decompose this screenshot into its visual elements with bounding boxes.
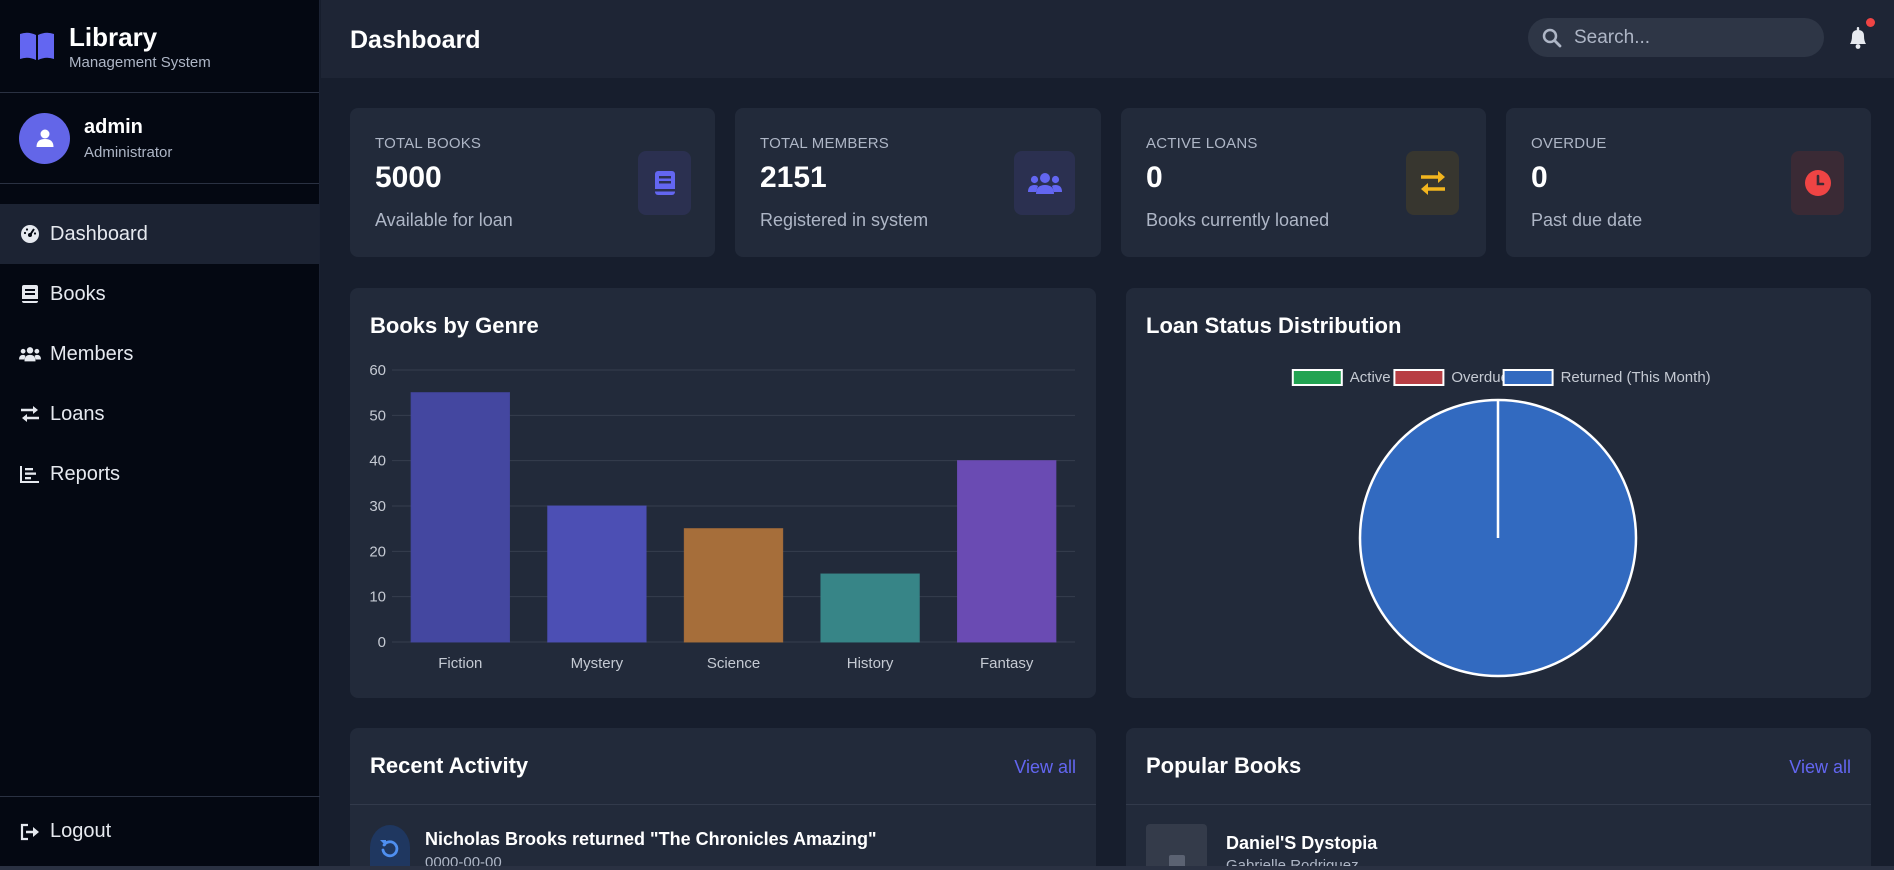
y-tick-label: 40 <box>369 453 386 470</box>
bar-fantasy[interactable] <box>957 460 1057 643</box>
logout-label: Logout <box>50 820 112 842</box>
nav-item-reports[interactable]: Reports <box>0 444 319 504</box>
stat-sub: Registered in system <box>760 210 929 230</box>
avatar <box>19 112 70 164</box>
nav-item-dashboard[interactable]: Dashboard <box>0 204 319 264</box>
legend-label[interactable]: Active <box>1350 369 1391 386</box>
legend-swatch <box>1393 369 1445 386</box>
y-tick-label: 10 <box>369 589 386 606</box>
window-bottom-edge <box>0 866 1894 870</box>
notification-dot <box>1866 18 1875 27</box>
book-icon <box>638 151 691 215</box>
brand-subtitle: Management System <box>69 53 211 71</box>
logout-button[interactable]: Logout <box>0 796 320 866</box>
divider <box>350 804 1096 805</box>
stat-value: 5000 <box>375 161 442 194</box>
popular-book-item[interactable]: Daniel'S Dystopia Gabrielle Rodriguez <box>1146 824 1377 870</box>
stat-sub: Past due date <box>1531 210 1643 230</box>
book-title: Daniel'S Dystopia <box>1226 833 1378 853</box>
nav-label: Members <box>50 342 134 365</box>
x-tick-label: Fiction <box>438 655 482 672</box>
bar-mystery[interactable] <box>547 505 647 643</box>
sidebar: Library Management System admin Administ… <box>0 0 320 866</box>
x-tick-label: History <box>847 655 894 672</box>
loan-status-panel: Loan Status Distribution Active Overdue Re… <box>1126 288 1871 698</box>
dashboard-icon <box>19 223 41 245</box>
open-book-icon <box>20 32 54 60</box>
clock-icon <box>1791 151 1844 215</box>
nav-label: Loans <box>50 402 105 425</box>
view-all-link[interactable]: View all <box>1014 757 1076 778</box>
stat-value: 0 <box>1146 161 1163 194</box>
topbar: Dashboard <box>321 0 1894 78</box>
book-cover <box>1146 824 1207 870</box>
genre-bar-chart: 0 10 20 30 40 50 60 Fiction Mystery Science Histor… <box>369 362 1075 672</box>
nav-label: Books <box>50 282 106 305</box>
stat-value: 2151 <box>760 161 827 194</box>
search-input[interactable] <box>1574 26 1804 49</box>
stat-value: 0 <box>1531 161 1548 194</box>
stat-label: TOTAL BOOKS <box>375 135 482 152</box>
stat-sub: Available for loan <box>375 210 513 230</box>
y-tick-label: 0 <box>378 634 386 651</box>
bar-fiction[interactable] <box>410 392 510 643</box>
return-icon <box>370 825 410 870</box>
search-box <box>1528 18 1824 57</box>
nav-label: Reports <box>50 462 121 485</box>
user-profile: admin Administrator <box>0 93 319 184</box>
panel-title: Recent Activity <box>370 753 529 778</box>
bell-icon[interactable] <box>1845 25 1871 51</box>
bar-science[interactable] <box>683 528 784 643</box>
stat-sub: Books currently loaned <box>1146 210 1330 230</box>
divider <box>1126 804 1871 805</box>
x-tick-label: Fantasy <box>980 655 1034 672</box>
exchange-icon <box>1406 151 1459 215</box>
loan-pie-chart: Active Overdue Returned (This Month) <box>1291 369 1711 678</box>
brand: Library Management System <box>0 0 319 93</box>
book-icon <box>19 283 41 305</box>
recent-activity-panel: Recent Activity View all Nicholas Brooks… <box>350 728 1096 870</box>
search-icon <box>1542 28 1562 47</box>
bar-history[interactable] <box>820 573 920 643</box>
activity-text: Nicholas Brooks returned "The Chronicles… <box>425 829 877 849</box>
exchange-icon <box>19 403 41 425</box>
y-tick-label: 60 <box>369 362 386 379</box>
x-tick-label: Science <box>707 655 760 672</box>
brand-title: Library <box>69 21 158 52</box>
legend-swatch <box>1291 369 1343 386</box>
stat-label: ACTIVE LOANS <box>1146 135 1258 152</box>
y-tick-label: 50 <box>369 407 386 424</box>
nav-label: Dashboard <box>50 222 148 245</box>
legend-label[interactable]: Returned (This Month) <box>1561 369 1711 386</box>
stat-card-total-members: TOTAL MEMBERS 2151 Registered in system <box>735 108 1101 257</box>
x-tick-label: Mystery <box>571 655 624 672</box>
y-tick-label: 20 <box>369 543 386 560</box>
user-icon <box>36 129 53 147</box>
nav-item-loans[interactable]: Loans <box>0 384 319 444</box>
popular-books-panel: Popular Books View all Daniel'S Dystopia… <box>1126 728 1871 870</box>
page-title: Dashboard <box>350 26 481 54</box>
users-icon <box>1014 151 1075 215</box>
panel-title: Popular Books <box>1146 753 1302 778</box>
stat-card-active-loans: ACTIVE LOANS 0 Books currently loaned <box>1121 108 1486 257</box>
activity-item: Nicholas Brooks returned "The Chronicles… <box>370 825 877 870</box>
user-role: Administrator <box>84 143 173 161</box>
nav-item-members[interactable]: Members <box>0 324 319 384</box>
user-name: admin <box>84 115 143 138</box>
y-tick-label: 30 <box>369 498 386 515</box>
stat-label: OVERDUE <box>1531 135 1607 152</box>
legend-swatch <box>1502 369 1554 386</box>
logout-icon <box>19 821 41 843</box>
stat-card-overdue: OVERDUE 0 Past due date <box>1506 108 1871 257</box>
nav-item-books[interactable]: Books <box>0 264 319 324</box>
legend-label[interactable]: Overdue <box>1451 369 1509 386</box>
main-nav: Dashboard Books Members Loans Reports <box>0 184 319 504</box>
view-all-link[interactable]: View all <box>1789 757 1851 778</box>
users-icon <box>19 343 41 365</box>
genre-chart-panel: Books by Genre 0 10 20 30 40 50 60 Fiction Myste… <box>350 288 1096 698</box>
stat-card-total-books: TOTAL BOOKS 5000 Available for loan <box>350 108 715 257</box>
chart-icon <box>19 463 41 485</box>
stat-label: TOTAL MEMBERS <box>760 135 890 152</box>
